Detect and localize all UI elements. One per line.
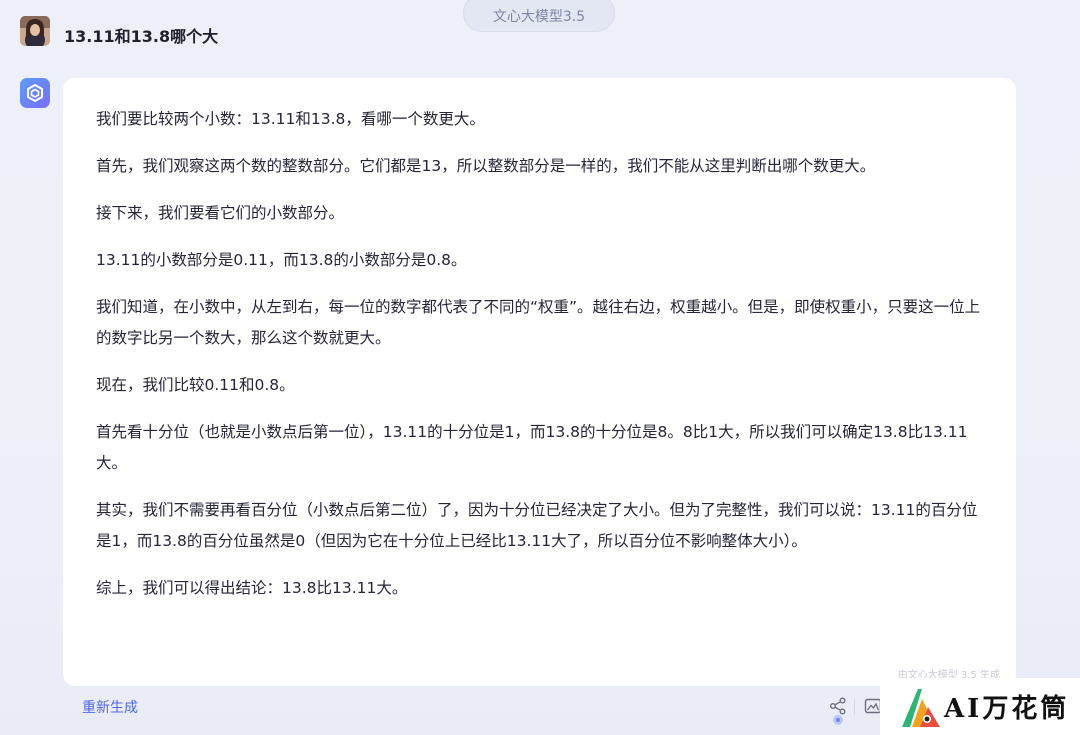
user-question: 13.11和13.8哪个大: [64, 27, 219, 46]
answer-paragraph: 我们知道，在小数中，从左到右，每一位的数字都代表了不同的“权重”。越往右边，权重…: [96, 298, 981, 347]
answer-body: 我们要比较两个小数：13.11和13.8，看哪一个数更大。 首先，我们观察这两个…: [96, 104, 986, 620]
share-icon[interactable]: [828, 696, 848, 716]
answer-paragraph: 接下来，我们要看它们的小数部分。: [96, 204, 345, 222]
answer-paragraph: 我们要比较两个小数：13.11和13.8，看哪一个数更大。: [96, 110, 485, 128]
answer-paragraph: 其实，我们不需要再看百分位（小数点后第二位）了，因为十分位已经决定了大小。但为了…: [96, 501, 978, 550]
answer-card: 我们要比较两个小数：13.11和13.8，看哪一个数更大。 首先，我们观察这两个…: [63, 78, 1016, 686]
answer-paragraph: 综上，我们可以得出结论：13.8比13.11大。: [96, 579, 408, 597]
model-selector-pill[interactable]: 文心大模型3.5: [463, 0, 615, 32]
answer-paragraph: 13.11的小数部分是0.11，而13.8的小数部分是0.8。: [96, 251, 467, 269]
watermark: AI万花筒: [880, 678, 1080, 735]
wenxin-logo-icon: [20, 78, 50, 108]
watermark-text: AI万花筒: [944, 694, 1070, 724]
regenerate-button[interactable]: 重新生成: [82, 697, 138, 717]
answer-paragraph: 首先看十分位（也就是小数点后第一位），13.11的十分位是1，而13.8的十分位…: [96, 423, 968, 472]
answer-paragraph: 首先，我们观察这两个数的整数部分。它们都是13，所以整数部分是一样的，我们不能从…: [96, 157, 876, 175]
watermark-logo-icon: [902, 688, 940, 727]
scroll-indicator-dot: [833, 715, 843, 725]
divider: [854, 699, 855, 715]
answer-paragraph: 现在，我们比较0.11和0.8。: [96, 376, 295, 394]
user-avatar: [20, 16, 50, 46]
